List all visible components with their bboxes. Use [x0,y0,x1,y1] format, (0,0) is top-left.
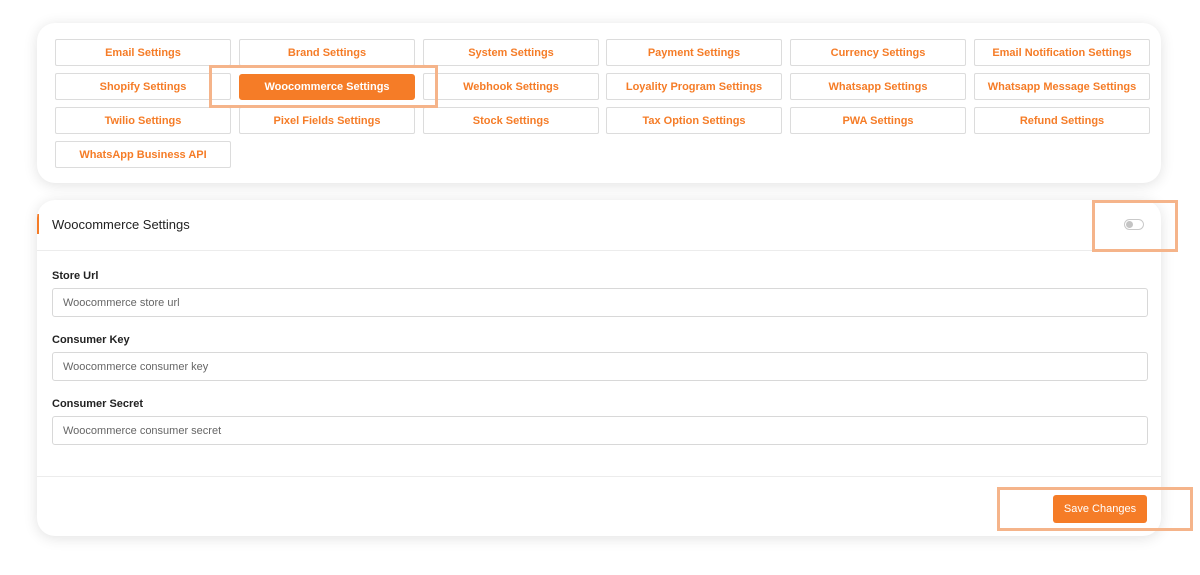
tab-shopify-settings[interactable]: Shopify Settings [55,73,231,100]
store-url-input[interactable] [52,288,1148,317]
consumer-secret-input[interactable] [52,416,1148,445]
toggle-knob [1126,221,1133,228]
tab-email-settings[interactable]: Email Settings [55,39,231,66]
tab-loyality-program-settings[interactable]: Loyality Program Settings [606,73,782,100]
tab-whatsapp-business-api[interactable]: WhatsApp Business API [55,141,231,168]
woocommerce-settings-card: Woocommerce Settings Store Url Consumer … [37,200,1161,536]
tab-currency-settings[interactable]: Currency Settings [790,39,966,66]
consumer-key-label: Consumer Key [52,334,130,346]
tab-woocommerce-settings[interactable]: Woocommerce Settings [239,74,415,100]
consumer-secret-label: Consumer Secret [52,398,144,410]
tab-pwa-settings[interactable]: PWA Settings [790,107,966,134]
form-title: Woocommerce Settings [52,217,190,232]
consumer-key-input[interactable] [52,352,1148,381]
tab-refund-settings[interactable]: Refund Settings [974,107,1150,134]
tab-stock-settings[interactable]: Stock Settings [423,107,599,134]
tab-brand-settings[interactable]: Brand Settings [239,39,415,66]
save-changes-button[interactable]: Save Changes [1053,495,1147,523]
tab-twilio-settings[interactable]: Twilio Settings [55,107,231,134]
tab-email-notification-settings[interactable]: Email Notification Settings [974,39,1150,66]
form-header: Woocommerce Settings [37,200,1161,251]
tab-tax-option-settings[interactable]: Tax Option Settings [606,107,782,134]
enable-toggle[interactable] [1124,219,1144,230]
tab-system-settings[interactable]: System Settings [423,39,599,66]
tab-pixel-fields-settings[interactable]: Pixel Fields Settings [239,107,415,134]
settings-tabs-card: Email Settings Brand Settings System Set… [37,23,1161,183]
tab-whatsapp-settings[interactable]: Whatsapp Settings [790,73,966,100]
header-accent-bar [37,214,39,234]
store-url-label: Store Url [52,270,99,282]
footer-divider [37,476,1161,477]
tab-webhook-settings[interactable]: Webhook Settings [423,73,599,100]
tab-whatsapp-message-settings[interactable]: Whatsapp Message Settings [974,73,1150,100]
tab-payment-settings[interactable]: Payment Settings [606,39,782,66]
